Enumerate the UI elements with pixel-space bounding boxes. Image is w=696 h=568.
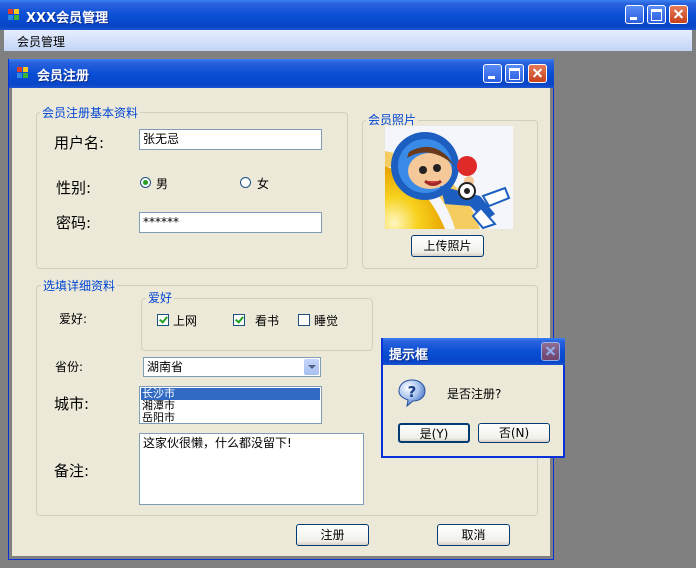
maximize-icon[interactable] bbox=[647, 5, 666, 24]
gender-female-radio[interactable] bbox=[240, 177, 251, 188]
hobby-label: 爱好: bbox=[59, 312, 88, 326]
close-icon[interactable] bbox=[669, 5, 688, 24]
gender-male-label: 男 bbox=[156, 177, 169, 191]
hobby-reading-checkbox[interactable] bbox=[233, 314, 245, 326]
details-group-title: 选填详细资料 bbox=[41, 277, 118, 294]
hobby-sleeping-label: 睡觉 bbox=[314, 314, 339, 328]
basic-info-group-title: 会员注册基本资料 bbox=[40, 104, 141, 121]
main-window-title: XXX会员管理 bbox=[26, 11, 109, 26]
register-form: 会员注册基本资料 用户名: 张无忌 性别: 男 女 密码: ****** 会员照… bbox=[12, 88, 550, 556]
city-list-item[interactable]: 岳阳市 bbox=[141, 412, 320, 424]
password-input[interactable]: ****** bbox=[139, 212, 322, 233]
maximize-icon[interactable] bbox=[505, 64, 524, 83]
yes-button[interactable]: 是(Y) bbox=[398, 423, 470, 443]
dialog-titlebar[interactable]: 提示框 bbox=[383, 338, 565, 365]
gender-male-radio[interactable] bbox=[140, 177, 151, 188]
upload-photo-button[interactable]: 上传照片 bbox=[411, 235, 484, 257]
svg-text:?: ? bbox=[408, 383, 417, 401]
minimize-icon[interactable] bbox=[483, 64, 502, 83]
question-icon: ? bbox=[397, 378, 427, 408]
hobby-sleeping-checkbox[interactable] bbox=[298, 314, 310, 326]
hobby-reading-label: 看书 bbox=[255, 314, 280, 328]
bomberman-photo-image bbox=[385, 126, 513, 229]
hobby-internet-label: 上网 bbox=[173, 314, 198, 328]
remark-label: 备注: bbox=[54, 462, 90, 480]
hobby-box-title: 爱好 bbox=[146, 289, 175, 306]
register-button[interactable]: 注册 bbox=[296, 524, 369, 546]
dialog-title: 提示框 bbox=[389, 348, 429, 363]
register-window: 会员注册 会员注册基本资料 用户名: 张无忌 性别: 男 女 密码: *****… bbox=[8, 59, 554, 560]
app-icon bbox=[8, 9, 20, 21]
chevron-down-icon[interactable] bbox=[304, 359, 319, 375]
gender-label: 性别: bbox=[56, 179, 92, 197]
password-label: 密码: bbox=[56, 214, 92, 232]
city-label: 城市: bbox=[54, 395, 90, 413]
hobby-internet-checkbox[interactable] bbox=[157, 314, 169, 326]
close-icon[interactable] bbox=[528, 64, 547, 83]
gender-female-label: 女 bbox=[257, 177, 270, 191]
minimize-icon[interactable] bbox=[625, 5, 644, 24]
window-icon bbox=[17, 67, 29, 79]
province-value: 湖南省 bbox=[147, 360, 184, 374]
member-photo bbox=[385, 126, 513, 229]
close-icon[interactable] bbox=[541, 342, 560, 361]
province-label: 省份: bbox=[55, 360, 84, 374]
confirm-dialog: 提示框 ? 是否注册? 是(Y) 否(N) bbox=[381, 338, 565, 458]
dialog-message: 是否注册? bbox=[447, 387, 502, 401]
remark-textarea[interactable]: 这家伙很懒，什么都没留下! bbox=[139, 433, 364, 505]
no-button[interactable]: 否(N) bbox=[478, 423, 550, 443]
username-input[interactable]: 张无忌 bbox=[139, 129, 322, 150]
city-listbox[interactable]: 长沙市 湘潭市 岳阳市 bbox=[139, 386, 322, 424]
menu-item-member-management[interactable]: 会员管理 bbox=[17, 33, 65, 50]
register-window-title: 会员注册 bbox=[37, 69, 90, 84]
cancel-button[interactable]: 取消 bbox=[437, 524, 510, 546]
menu-bar: 会员管理 bbox=[4, 30, 692, 51]
username-label: 用户名: bbox=[54, 134, 105, 152]
main-titlebar[interactable]: XXX会员管理 bbox=[0, 0, 696, 30]
register-titlebar[interactable]: 会员注册 bbox=[9, 59, 554, 88]
province-select[interactable]: 湖南省 bbox=[143, 357, 321, 377]
